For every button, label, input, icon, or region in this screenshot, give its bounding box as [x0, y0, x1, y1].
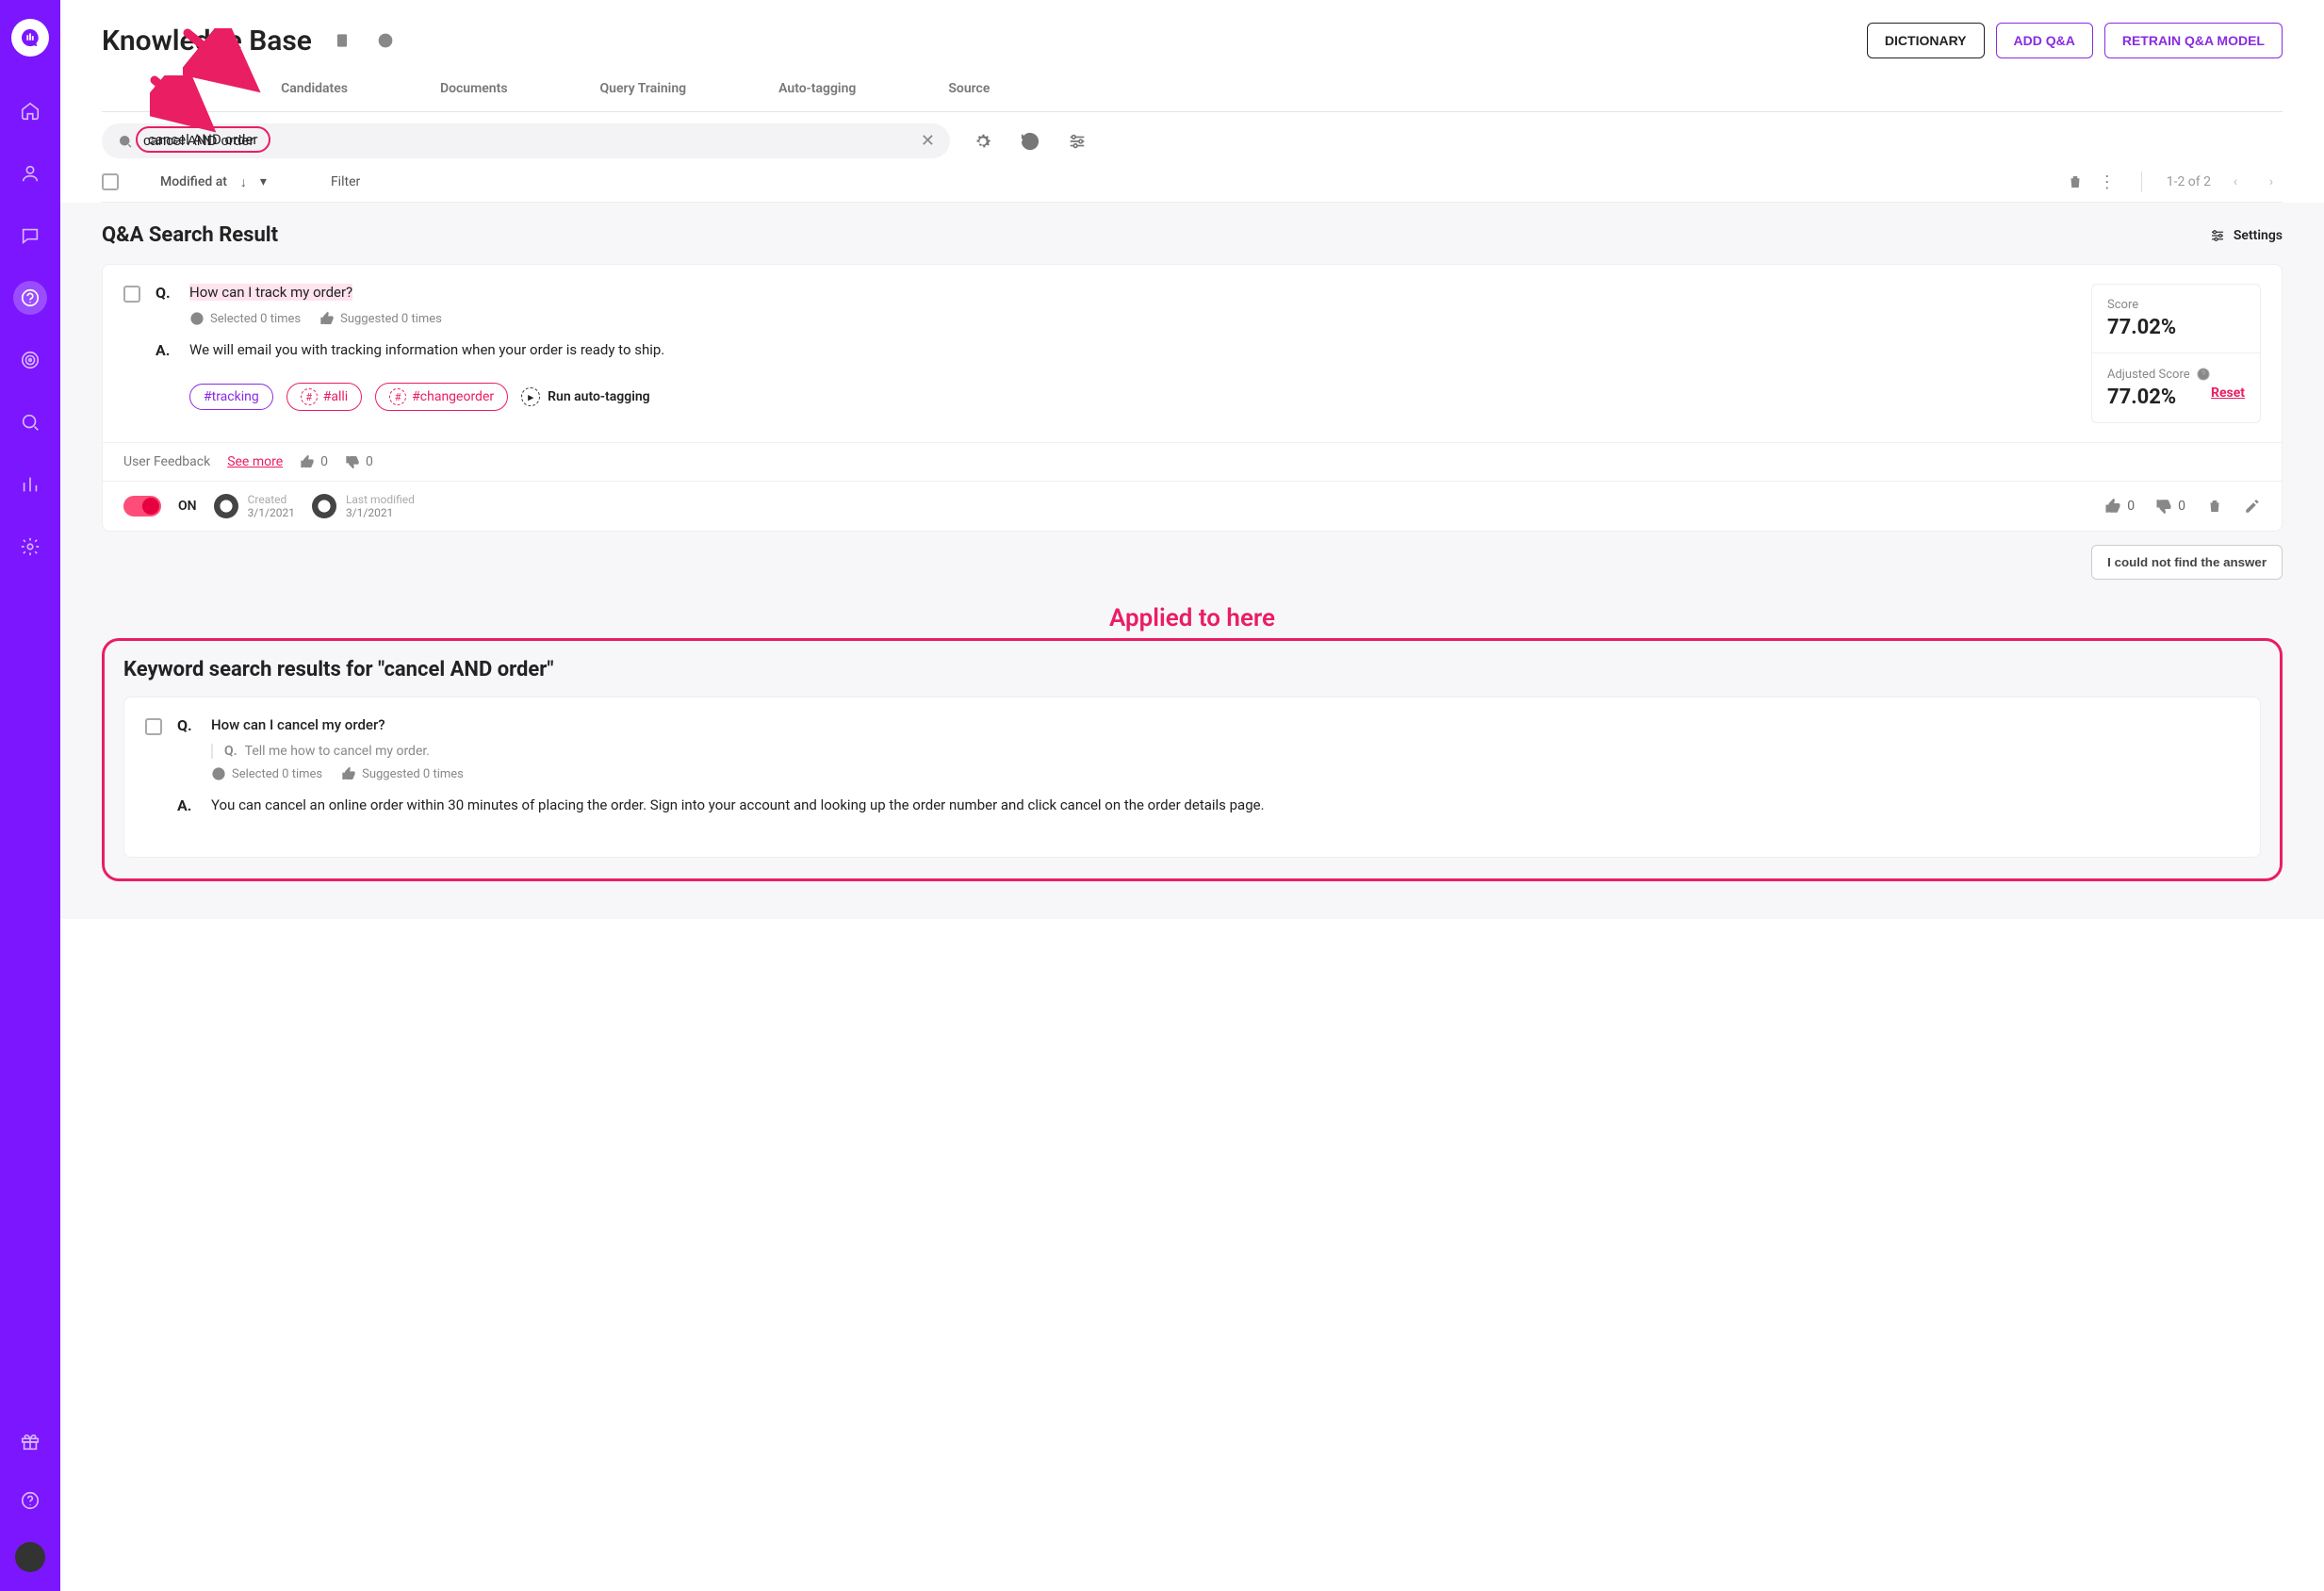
result-checkbox[interactable]	[123, 286, 140, 303]
created-date: 3/1/2021	[248, 506, 295, 519]
nav-target-icon[interactable]	[13, 343, 47, 377]
sub-question: Q.Tell me how to cancel my order.	[211, 744, 2239, 759]
footer-thumb-up[interactable]: 0	[2104, 498, 2135, 515]
next-page-icon[interactable]: ›	[2260, 174, 2283, 189]
add-qa-button[interactable]: ADD Q&A	[1996, 23, 2093, 58]
a-label: A.	[155, 341, 176, 359]
nav-analytics-icon[interactable]	[13, 467, 47, 501]
footer-edit-icon[interactable]	[2244, 498, 2261, 515]
tag-tracking[interactable]: #tracking	[189, 384, 273, 410]
status-toggle[interactable]	[123, 496, 161, 517]
delete-icon[interactable]	[2066, 172, 2085, 191]
gear-icon[interactable]	[969, 127, 997, 156]
score-value: 77.02%	[2107, 316, 2245, 339]
answer2-text: You can cancel an online order within 30…	[211, 796, 1265, 813]
filter-label[interactable]: Filter	[331, 174, 360, 189]
tag-changeorder[interactable]: ##changeorder	[375, 383, 508, 411]
nav-user-icon[interactable]	[13, 156, 47, 190]
pagination-label: 1-2 of 2	[2167, 174, 2211, 189]
tab-documents[interactable]: Documents	[436, 68, 512, 111]
result-card-2: Q. How can I cancel my order? Q.Tell me …	[123, 697, 2261, 858]
help-circle-icon[interactable]	[372, 27, 399, 54]
keyword-results-title: Keyword search results for "cancel AND o…	[123, 658, 2261, 681]
score-label: Score	[2107, 298, 2245, 312]
settings-label: Settings	[2234, 228, 2283, 243]
suggested-count-2: Suggested 0 times	[341, 766, 464, 781]
sidebar	[0, 0, 60, 1591]
tab-source[interactable]: Source	[944, 68, 993, 111]
page-title: Knowledge Base	[102, 25, 312, 57]
tab-qa[interactable]: Q&A	[158, 68, 192, 111]
sort-dropdown-icon[interactable]: ▾	[260, 174, 267, 189]
page-header: Knowledge Base DICTIONARY ADD Q&A RETRAI…	[102, 0, 2283, 68]
tab-candidates[interactable]: Candidates	[277, 68, 352, 111]
sort-direction-icon[interactable]: ↓	[240, 174, 247, 190]
see-more-link[interactable]: See more	[227, 454, 283, 469]
sort-icon	[132, 172, 147, 191]
settings-link[interactable]: Settings	[2209, 227, 2283, 244]
nav-settings-icon[interactable]	[13, 530, 47, 564]
tab-query-training[interactable]: Query Training	[597, 68, 691, 111]
bookmark-icon[interactable]	[329, 27, 355, 54]
search-input[interactable]	[143, 133, 911, 149]
search-row: cancel AND order ✕	[102, 112, 2283, 162]
keyword-results-section: Keyword search results for "cancel AND o…	[102, 638, 2283, 881]
nav-help-icon[interactable]	[13, 1484, 47, 1517]
clear-search-icon[interactable]: ✕	[921, 131, 935, 151]
search-input-container: cancel AND order ✕	[102, 123, 950, 158]
filter-icon	[303, 172, 318, 191]
footer-thumb-down[interactable]: 0	[2155, 498, 2185, 515]
history-icon[interactable]	[1016, 127, 1044, 156]
dictionary-button[interactable]: DICTIONARY	[1867, 23, 1985, 58]
sort-label[interactable]: Modified at	[160, 174, 227, 189]
prev-page-icon[interactable]: ‹	[2224, 174, 2247, 189]
search-icon	[117, 133, 134, 150]
nav-home-icon[interactable]	[13, 94, 47, 128]
more-icon[interactable]: ⋮	[2098, 172, 2117, 191]
answer-text: We will email you with tracking informat…	[189, 341, 664, 358]
feedback-down: 0	[345, 454, 373, 469]
run-auto-tagging[interactable]: ▸Run auto-tagging	[521, 387, 650, 406]
selected-count: Selected 0 times	[189, 311, 301, 326]
result-card: Q. How can I track my order? Selected 0 …	[102, 264, 2283, 532]
created-label: Created	[248, 493, 295, 506]
sliders-icon[interactable]	[1063, 127, 1091, 156]
feedback-up: 0	[300, 454, 328, 469]
nav-gift-icon[interactable]	[13, 1425, 47, 1459]
adjusted-score-value: 77.02% Reset	[2107, 385, 2245, 409]
q-label: Q.	[155, 284, 176, 302]
question2-text: How can I cancel my order?	[211, 716, 385, 733]
result2-checkbox[interactable]	[145, 718, 162, 735]
filter-bar: Modified at ↓ ▾ Filter ⋮ 1-2 of 2 ‹ ›	[102, 162, 2283, 203]
qa-search-result-title: Q&A Search Result	[102, 223, 278, 247]
modified-date: 3/1/2021	[346, 506, 415, 519]
select-all-checkbox[interactable]	[102, 173, 119, 190]
reset-link[interactable]: Reset	[2211, 385, 2245, 401]
score-panel: Score 77.02% Adjusted Score 77.02% Reset	[2091, 284, 2261, 423]
retrain-model-button[interactable]: RETRAIN Q&A MODEL	[2104, 23, 2283, 58]
tag-alli[interactable]: ##alli	[286, 383, 362, 411]
toggle-on-label: ON	[178, 499, 197, 514]
user-feedback-label: User Feedback	[123, 454, 210, 469]
nav-search-icon[interactable]	[13, 405, 47, 439]
footer-delete-icon[interactable]	[2206, 498, 2223, 515]
nav-knowledge-icon[interactable]	[13, 281, 47, 315]
tab-bar: Q&A Candidates Documents Query Training …	[102, 68, 2283, 112]
modified-label: Last modified	[346, 493, 415, 506]
a2-label: A.	[177, 796, 198, 814]
suggested-count: Suggested 0 times	[319, 311, 442, 326]
nav-chat-icon[interactable]	[13, 219, 47, 253]
app-logo[interactable]	[11, 19, 49, 57]
question-text: How can I track my order?	[189, 284, 352, 301]
modifier-avatar	[312, 494, 336, 518]
user-avatar[interactable]	[15, 1542, 45, 1572]
creator-avatar	[214, 494, 238, 518]
no-answer-button[interactable]: I could not find the answer	[2091, 545, 2283, 580]
selected-count-2: Selected 0 times	[211, 766, 322, 781]
tab-auto-tagging[interactable]: Auto-tagging	[775, 68, 859, 111]
info-icon[interactable]	[2196, 367, 2211, 382]
q2-label: Q.	[177, 716, 198, 734]
annotation-applied-here: Applied to here	[102, 604, 2283, 632]
adjusted-score-label: Adjusted Score	[2107, 367, 2245, 382]
